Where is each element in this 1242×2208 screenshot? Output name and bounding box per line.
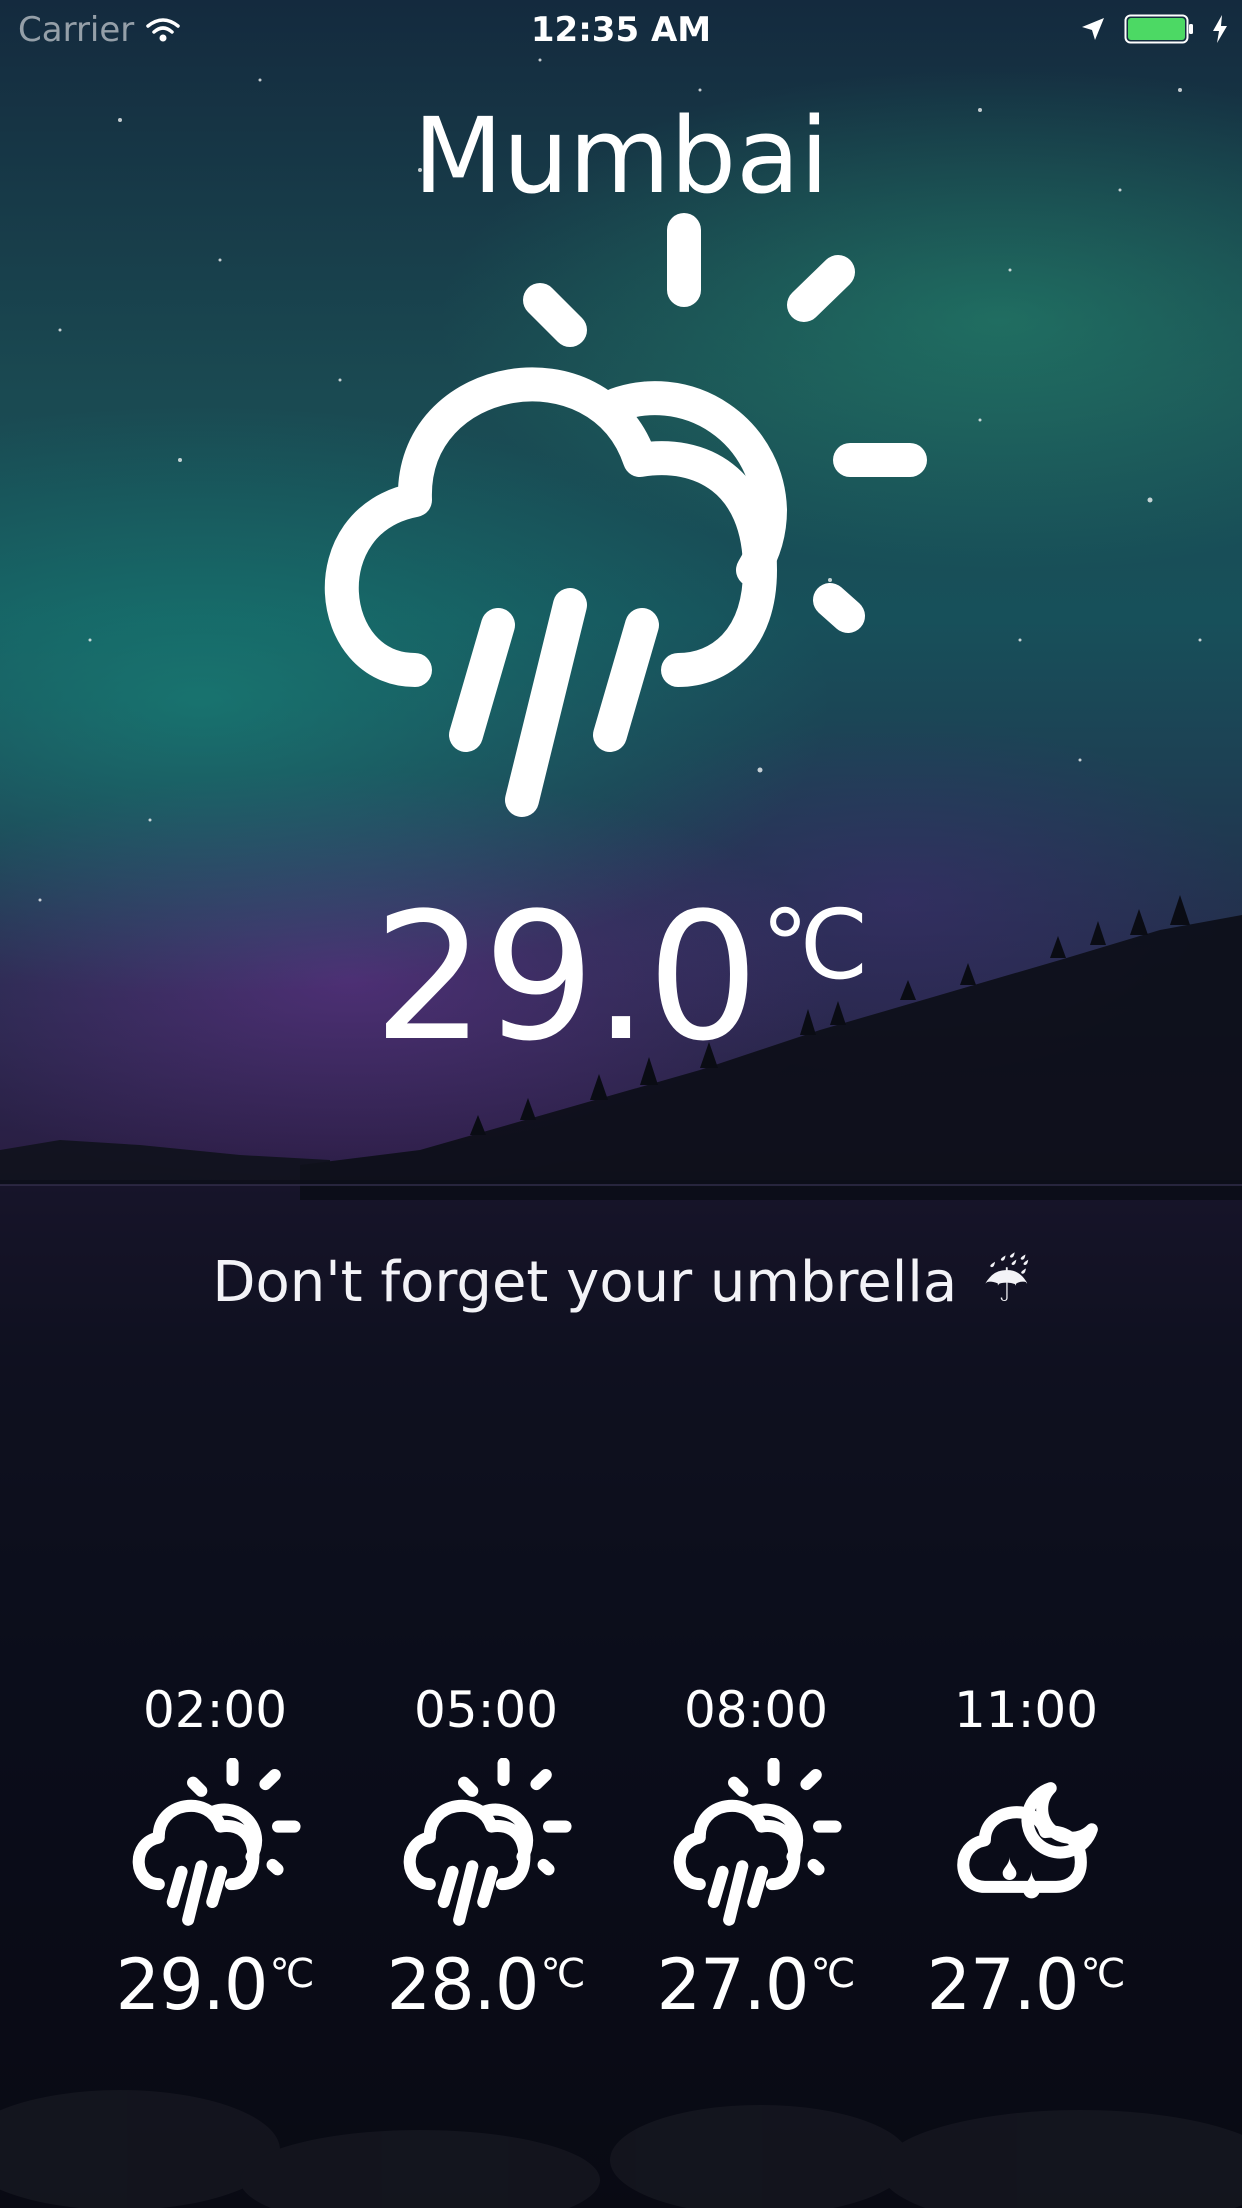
message-text: Don't forget your umbrella <box>212 1250 958 1315</box>
weather-screen: Carrier 12:35 AM Mumbai 29.0℃ Don't forg… <box>0 0 1242 2208</box>
forecast-temperature-value: 27.0 <box>656 1944 810 2026</box>
forecast-temperature-unit: ℃ <box>269 1951 315 1997</box>
forecast-temperature: 28.0℃ <box>351 1950 621 2020</box>
status-right <box>1080 14 1228 44</box>
status-bar: Carrier 12:35 AM <box>0 0 1242 60</box>
weather-message: Don't forget your umbrella ☔ <box>0 1250 1242 1315</box>
city-name: Mumbai <box>413 95 829 217</box>
forecast-temperature-unit: ℃ <box>540 1951 586 1997</box>
forecast-item: 11:00 27.0℃ <box>891 1680 1161 2020</box>
forecast-temperature: 27.0℃ <box>891 1950 1161 2020</box>
forecast-item: 08:00 27.0℃ <box>621 1680 891 2020</box>
current-temperature: 29.0℃ <box>0 890 1242 1066</box>
hourly-forecast: 02:00 29.0℃ 05:00 28.0℃ 08:00 27.0℃ 11:0… <box>0 1680 1242 2020</box>
rain-sun-cloud-icon <box>673 1758 842 1926</box>
forecast-item: 05:00 28.0℃ <box>351 1680 621 2020</box>
forecast-time: 05:00 <box>413 1681 559 1739</box>
forecast-temperature-unit: ℃ <box>1080 1951 1126 1997</box>
forecast-temperature-value: 27.0 <box>926 1944 1080 2026</box>
forecast-time: 11:00 <box>953 1681 1099 1739</box>
battery-icon <box>1124 14 1193 44</box>
forecast-item: 02:00 29.0℃ <box>80 1680 350 2020</box>
forecast-time: 08:00 <box>683 1681 829 1739</box>
forecast-temperature: 27.0℃ <box>621 1950 891 2020</box>
temperature-value: 29.0 <box>373 875 759 1080</box>
cloud-moon-drizzle-icon <box>957 1782 1098 1899</box>
charging-bolt-icon <box>1213 15 1227 43</box>
status-time: 12:35 AM <box>530 10 712 50</box>
rain-sun-cloud-icon <box>324 213 927 817</box>
forecast-temperature-unit: ℃ <box>810 1951 856 1997</box>
location-arrow-icon <box>1082 18 1104 40</box>
temperature-unit: ℃ <box>761 889 869 1001</box>
umbrella-rain-icon: ☔ <box>982 1254 1030 1314</box>
rain-sun-cloud-icon <box>132 1758 301 1926</box>
rain-sun-cloud-icon <box>403 1758 572 1926</box>
forecast-temperature-value: 28.0 <box>386 1944 540 2026</box>
forecast-temperature-value: 29.0 <box>115 1944 269 2026</box>
forecast-time: 02:00 <box>142 1681 288 1739</box>
forecast-temperature: 29.0℃ <box>80 1950 350 2020</box>
